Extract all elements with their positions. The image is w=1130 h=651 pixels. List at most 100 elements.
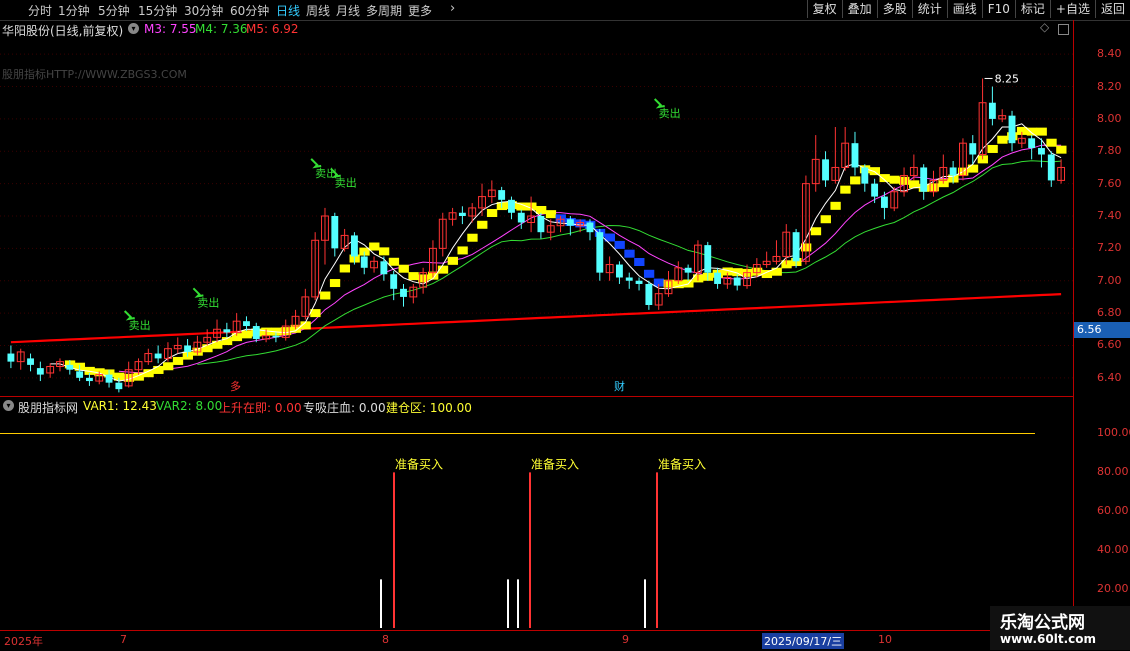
candle-body	[596, 232, 604, 273]
price-tick-2: 8.00	[1097, 111, 1122, 125]
tab-3[interactable]: 15分钟	[138, 2, 177, 19]
candle	[478, 183, 486, 216]
candle-body	[537, 216, 545, 233]
candle-body	[27, 358, 34, 365]
candle	[16, 348, 25, 370]
trend-band-segment	[241, 330, 252, 339]
toolbar-btn-3[interactable]: 统计	[911, 0, 947, 18]
candle	[831, 127, 840, 184]
candle-body	[871, 183, 879, 197]
candle	[193, 335, 202, 356]
buy-ready-label: 准备买入	[531, 457, 579, 471]
tab-5[interactable]: 60分钟	[230, 2, 269, 19]
tab-4[interactable]: 30分钟	[184, 2, 223, 19]
toolbar-btn-4[interactable]: 画线	[946, 0, 982, 18]
candle	[998, 109, 1007, 123]
ind-tick-3: 40.00	[1097, 543, 1129, 557]
ma3-value: M3: 7.55	[144, 22, 197, 36]
candlestick-chart[interactable]: 8.256.31卖出卖出卖出卖出卖出多财	[0, 38, 1073, 394]
tab-1[interactable]: 1分钟	[58, 2, 90, 19]
settings-icon[interactable]: ▾	[128, 23, 139, 34]
stock-title[interactable]: 华阳股份(日线,前复权)	[2, 22, 123, 39]
trend-band-segment	[398, 264, 409, 273]
panel-toggle-icon[interactable]	[1058, 24, 1069, 35]
trend-band-segment	[830, 201, 841, 210]
candle	[223, 322, 231, 338]
candle-body	[733, 277, 741, 286]
ind-tick-0: 100.00	[1097, 426, 1130, 440]
candle-body	[252, 326, 260, 339]
candle	[154, 345, 162, 364]
candle	[390, 271, 398, 301]
ma5-line	[10, 293, 1062, 344]
indicator-settings-icon[interactable]: ▾	[3, 400, 14, 411]
candle	[822, 151, 829, 187]
candle-body	[85, 377, 93, 382]
candle-body	[115, 382, 123, 390]
tab-0[interactable]: 分时	[28, 2, 52, 19]
candle-body	[714, 272, 722, 284]
candle	[85, 372, 93, 386]
tab-2[interactable]: 5分钟	[98, 2, 130, 19]
trend-band-segment	[1036, 127, 1047, 136]
var1-value: VAR1: 12.43	[83, 399, 157, 413]
candle	[733, 274, 741, 291]
candle-body	[7, 353, 15, 362]
candle-body	[1047, 154, 1055, 181]
low-price-label: 6.31	[129, 392, 154, 394]
candle-body	[1008, 115, 1016, 144]
candle	[1028, 135, 1036, 160]
trend-band-segment	[771, 267, 782, 276]
trend-band-segment	[163, 362, 174, 371]
candle-body	[704, 245, 712, 273]
toolbar-btn-8[interactable]: 返回	[1094, 0, 1130, 18]
trend-band-segment	[820, 215, 831, 224]
candle-body	[243, 321, 250, 327]
candle	[920, 164, 928, 200]
price-tick-9: 6.60	[1097, 338, 1122, 352]
tab-9[interactable]: 多周期	[366, 2, 402, 19]
price-tick-0: 8.40	[1097, 47, 1122, 61]
toolbar-btn-1[interactable]: 叠加	[841, 0, 877, 18]
price-tick-10: 6.40	[1097, 370, 1122, 384]
candle-body	[792, 232, 800, 262]
ma3-line	[118, 144, 1062, 374]
price-tick-1: 8.20	[1097, 79, 1122, 93]
candle	[635, 277, 643, 291]
diamond-icon[interactable]: ◇	[1040, 20, 1049, 34]
date-selected[interactable]: 2025/09/17/三	[762, 633, 845, 649]
candle	[772, 240, 781, 265]
trend-band-segment	[614, 240, 625, 249]
candle	[909, 154, 918, 181]
candle	[370, 256, 378, 273]
trend-band-segment	[486, 208, 498, 217]
trend-band-segment	[997, 135, 1008, 144]
tab-10[interactable]: 更多	[408, 2, 432, 19]
candle	[173, 337, 182, 354]
candle	[252, 322, 260, 343]
trend-band-segment	[545, 210, 557, 219]
date-jul: 7	[120, 633, 127, 646]
candle-body	[1038, 148, 1045, 155]
candle	[243, 316, 250, 331]
toolbar-btn-0[interactable]: 复权	[806, 0, 842, 18]
buy-ready-label: 准备买入	[395, 457, 443, 471]
indicator-header: ▾ 股朋指标网 VAR1: 12.43 VAR2: 8.00 上升在即: 0.0…	[0, 396, 1073, 415]
tab-6[interactable]: 日线	[276, 2, 300, 19]
candle-body	[400, 288, 407, 297]
chevron-right-icon[interactable]: ›	[450, 1, 455, 16]
chart-info-bar: 华阳股份(日线,前复权) ▾ M3: 7.55 M4: 7.36 M5: 6.9…	[0, 20, 1070, 38]
toolbar-btn-5[interactable]: F10	[981, 0, 1015, 18]
toolbar-btn-7[interactable]: +自选	[1049, 0, 1095, 18]
candle-body	[851, 143, 859, 168]
toolbar-btn-6[interactable]: 标记	[1014, 0, 1050, 18]
candle-body	[105, 374, 113, 383]
candle-body	[988, 102, 996, 119]
indicator-chart[interactable]: 准备买入 准备买入 准备买入	[0, 414, 1073, 628]
tab-7[interactable]: 周线	[306, 2, 330, 19]
toolbar-btn-2[interactable]: 多股	[876, 0, 912, 18]
tab-8[interactable]: 月线	[336, 2, 360, 19]
trend-band-segment	[967, 164, 979, 173]
candle-body	[684, 267, 692, 273]
candle	[1057, 159, 1066, 184]
